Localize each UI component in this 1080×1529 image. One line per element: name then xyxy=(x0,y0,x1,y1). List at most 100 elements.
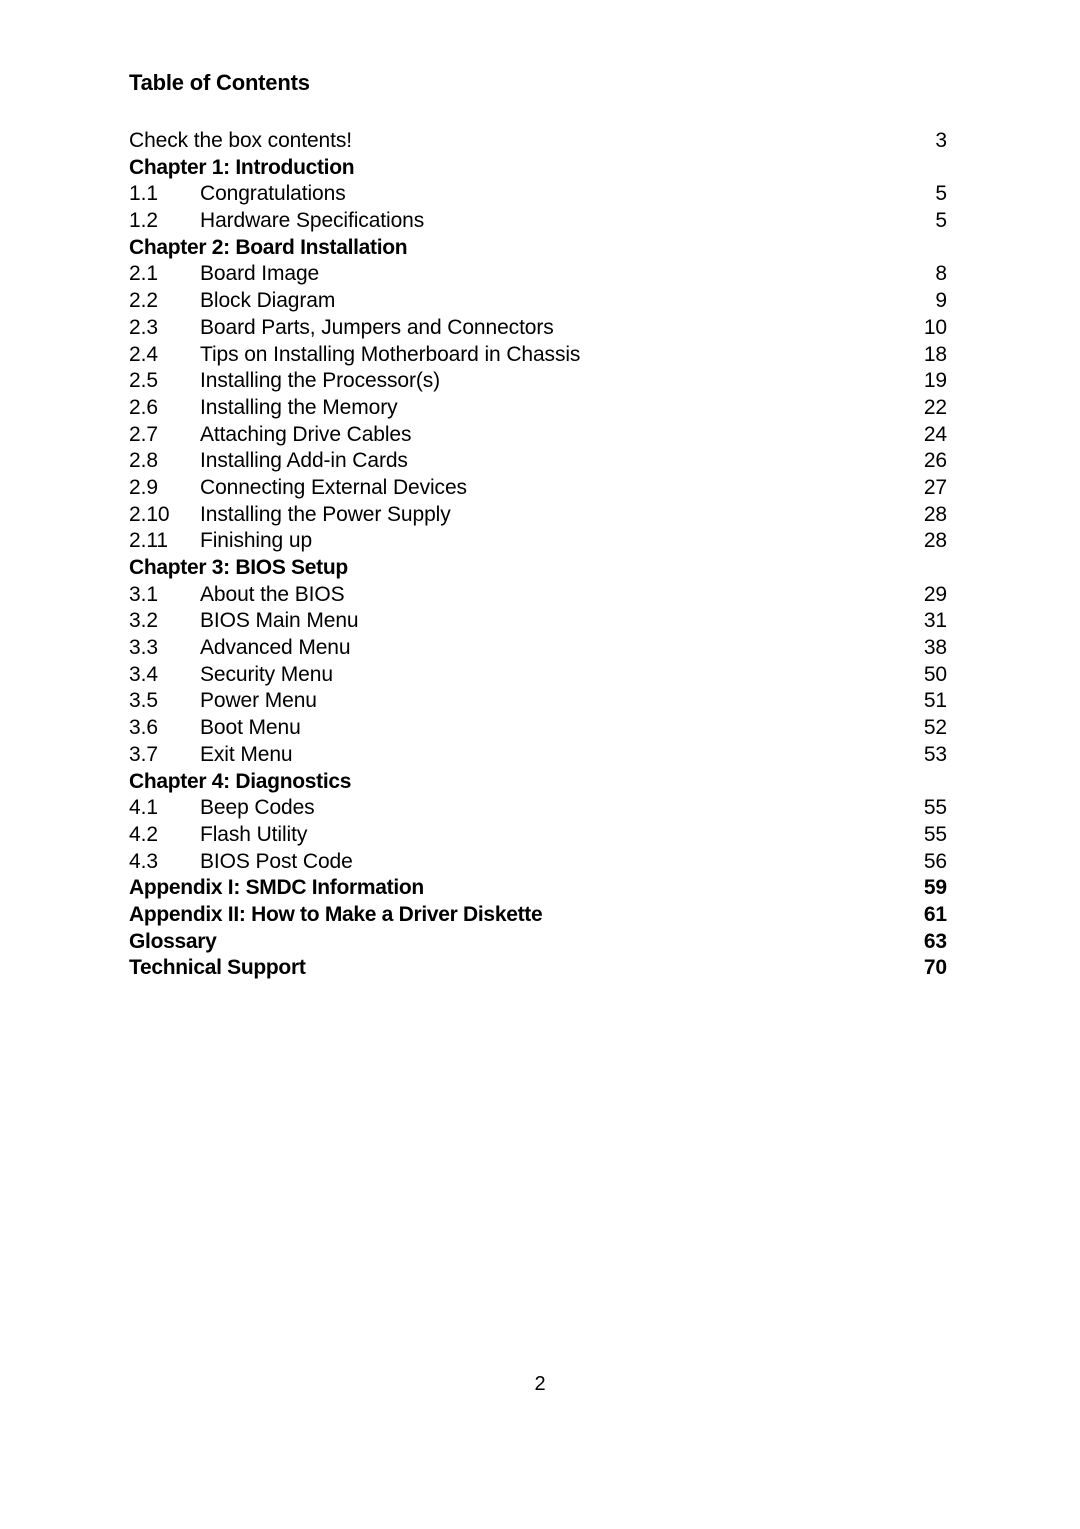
toc-entry-page-number: 18 xyxy=(923,342,947,366)
toc-entry-number: 4.2 xyxy=(129,822,158,846)
toc-entry-page-number: 28 xyxy=(923,502,947,526)
toc-entry-page-number: 24 xyxy=(923,422,947,446)
toc-entry-page-number: 38 xyxy=(923,636,947,660)
toc-entry-label: Flash Utility xyxy=(200,822,308,846)
toc-entry-row[interactable]: 3.7 Exit Menu 53 xyxy=(129,742,947,769)
toc-entry-number: 2.3 xyxy=(129,315,158,339)
toc-entry-row[interactable]: 4.3 BIOS Post Code 56 xyxy=(129,849,947,876)
toc-entry-row[interactable]: 3.4 Security Menu 50 xyxy=(129,662,947,689)
toc-entry-row[interactable]: 2.3 Board Parts, Jumpers and Connectors 10 xyxy=(129,315,947,342)
toc-entry-row[interactable]: 2.8 Installing Add-in Cards 26 xyxy=(129,448,947,475)
toc-entry-page-number: 59 xyxy=(923,876,947,900)
toc-entry-number: 2.7 xyxy=(129,422,158,446)
toc-entry-page-number: 63 xyxy=(923,929,947,953)
toc-entry-page-number: 28 xyxy=(923,529,947,553)
toc-entry-row[interactable]: 2.1 Board Image 8 xyxy=(129,261,947,288)
toc-heading-row[interactable]: Technical Support 70 xyxy=(129,955,947,982)
toc-content: Table of Contents Check the box contents… xyxy=(129,70,947,979)
toc-entry-row[interactable]: 3.3 Advanced Menu 38 xyxy=(129,635,947,662)
toc-entry-label: Installing the Power Supply xyxy=(200,502,451,526)
toc-heading-row[interactable]: Chapter 2: Board Installation xyxy=(129,235,947,262)
toc-entry-page-number: 5 xyxy=(935,209,947,233)
toc-entry-row[interactable]: 4.2 Flash Utility 55 xyxy=(129,822,947,849)
toc-entry-number: 2.6 xyxy=(129,395,158,419)
toc-entry-label: Advanced Menu xyxy=(200,636,351,660)
toc-entry-number: 3.3 xyxy=(129,636,158,660)
toc-entry-number: 2.9 xyxy=(129,475,158,499)
toc-entry-label: Hardware Specifications xyxy=(200,209,425,233)
toc-entry-page-number: 50 xyxy=(923,662,947,686)
toc-entry-label: Chapter 3: BIOS Setup xyxy=(129,556,348,579)
toc-entry-label: Technical Support xyxy=(129,956,306,980)
toc-entry-page-number: 55 xyxy=(923,822,947,846)
toc-entry-row[interactable]: 2.5 Installing the Processor(s) 19 xyxy=(129,368,947,395)
toc-heading-row[interactable]: Glossary 63 xyxy=(129,929,947,956)
toc-entry-row[interactable]: 3.5 Power Menu 51 xyxy=(129,688,947,715)
toc-entry-number: 3.7 xyxy=(129,742,158,766)
toc-entry-number: 2.2 xyxy=(129,289,158,313)
toc-entry-label: Board Image xyxy=(200,262,320,286)
toc-entry-number: 2.1 xyxy=(129,262,158,286)
toc-entry-row[interactable]: Check the box contents! 3 xyxy=(129,128,947,155)
toc-entry-number: 2.8 xyxy=(129,449,158,473)
toc-entry-row[interactable]: 2.2 Block Diagram 9 xyxy=(129,288,947,315)
toc-entry-label: Installing the Processor(s) xyxy=(200,369,441,393)
toc-entry-page-number: 51 xyxy=(923,689,947,713)
toc-entry-label: Glossary xyxy=(129,929,217,953)
document-page: Table of Contents Check the box contents… xyxy=(0,0,1080,1529)
toc-entry-row[interactable]: 3.1 About the BIOS 29 xyxy=(129,582,947,609)
toc-entry-number: 4.1 xyxy=(129,796,158,820)
toc-entry-label: BIOS Post Code xyxy=(200,849,353,873)
toc-entry-label: Check the box contents! xyxy=(129,129,352,152)
toc-entry-row[interactable]: 2.6 Installing the Memory 22 xyxy=(129,395,947,422)
toc-entry-number: 1.1 xyxy=(129,182,158,206)
toc-entry-number: 4.3 xyxy=(129,849,158,873)
toc-entry-label: Beep Codes xyxy=(200,796,315,820)
toc-entry-label: Attaching Drive Cables xyxy=(200,422,412,446)
toc-entry-label: Board Parts, Jumpers and Connectors xyxy=(200,315,554,339)
toc-entry-row[interactable]: 4.1 Beep Codes 55 xyxy=(129,795,947,822)
toc-entry-number: 3.6 xyxy=(129,716,158,740)
toc-entry-label: Chapter 1: Introduction xyxy=(129,155,355,179)
toc-entry-page-number: 52 xyxy=(923,716,947,740)
toc-entry-number: 3.4 xyxy=(129,662,158,686)
toc-entry-label: Congratulations xyxy=(200,182,346,206)
toc-entry-page-number: 31 xyxy=(923,609,947,633)
page-title: Table of Contents xyxy=(129,70,310,95)
toc-entry-page-number: 55 xyxy=(923,796,947,820)
toc-entry-label: Connecting External Devices xyxy=(200,475,467,499)
toc-entry-row[interactable]: 2.11 Finishing up 28 xyxy=(129,528,947,555)
toc-entry-page-number: 10 xyxy=(923,315,947,339)
toc-heading-row[interactable]: Chapter 3: BIOS Setup xyxy=(129,555,947,582)
toc-entry-row[interactable]: 1.2 Hardware Specifications 5 xyxy=(129,208,947,235)
toc-entry-label: Power Menu xyxy=(200,689,317,713)
toc-entry-label: Finishing up xyxy=(200,529,313,553)
toc-entry-page-number: 26 xyxy=(923,449,947,473)
toc-entry-number: 3.1 xyxy=(129,582,158,606)
toc-entry-number: 2.5 xyxy=(129,369,158,393)
toc-entry-row[interactable]: 3.2 BIOS Main Menu 31 xyxy=(129,608,947,635)
toc-heading-row[interactable]: Appendix I: SMDC Information 59 xyxy=(129,875,947,902)
toc-heading-row[interactable]: Chapter 1: Introduction xyxy=(129,155,947,182)
toc-entry-row[interactable]: 1.1 Congratulations 5 xyxy=(129,181,947,208)
toc-heading-row[interactable]: Chapter 4: Diagnostics xyxy=(129,769,947,796)
toc-entry-label: BIOS Main Menu xyxy=(200,609,359,633)
toc-entry-page-number: 22 xyxy=(923,395,947,419)
footer-page-number: 2 xyxy=(534,1373,546,1395)
toc-list: Check the box contents! 3 Chapter 1: Intro… xyxy=(129,128,947,982)
toc-entry-label: Security Menu xyxy=(200,662,333,686)
toc-entry-label: Appendix II: How to Make a Driver Disket… xyxy=(129,902,543,926)
toc-entry-row[interactable]: 2.4 Tips on Installing Motherboard in Cha… xyxy=(129,342,947,369)
toc-entry-row[interactable]: 2.7 Attaching Drive Cables 24 xyxy=(129,422,947,449)
toc-entry-label: Installing the Memory xyxy=(200,395,398,419)
toc-entry-number: 2.11 xyxy=(129,529,168,553)
toc-entry-page-number: 9 xyxy=(935,289,947,313)
toc-entry-row[interactable]: 2.9 Connecting External Devices 27 xyxy=(129,475,947,502)
toc-entry-row[interactable]: 3.6 Boot Menu 52 xyxy=(129,715,947,742)
toc-entry-page-number: 8 xyxy=(935,262,947,286)
toc-entry-label: Chapter 4: Diagnostics xyxy=(129,769,352,793)
toc-entry-page-number: 3 xyxy=(935,129,947,152)
toc-entry-number: 1.2 xyxy=(129,209,158,233)
toc-entry-row[interactable]: 2.10 Installing the Power Supply 28 xyxy=(129,502,947,529)
toc-heading-row[interactable]: Appendix II: How to Make a Driver Disket… xyxy=(129,902,947,929)
